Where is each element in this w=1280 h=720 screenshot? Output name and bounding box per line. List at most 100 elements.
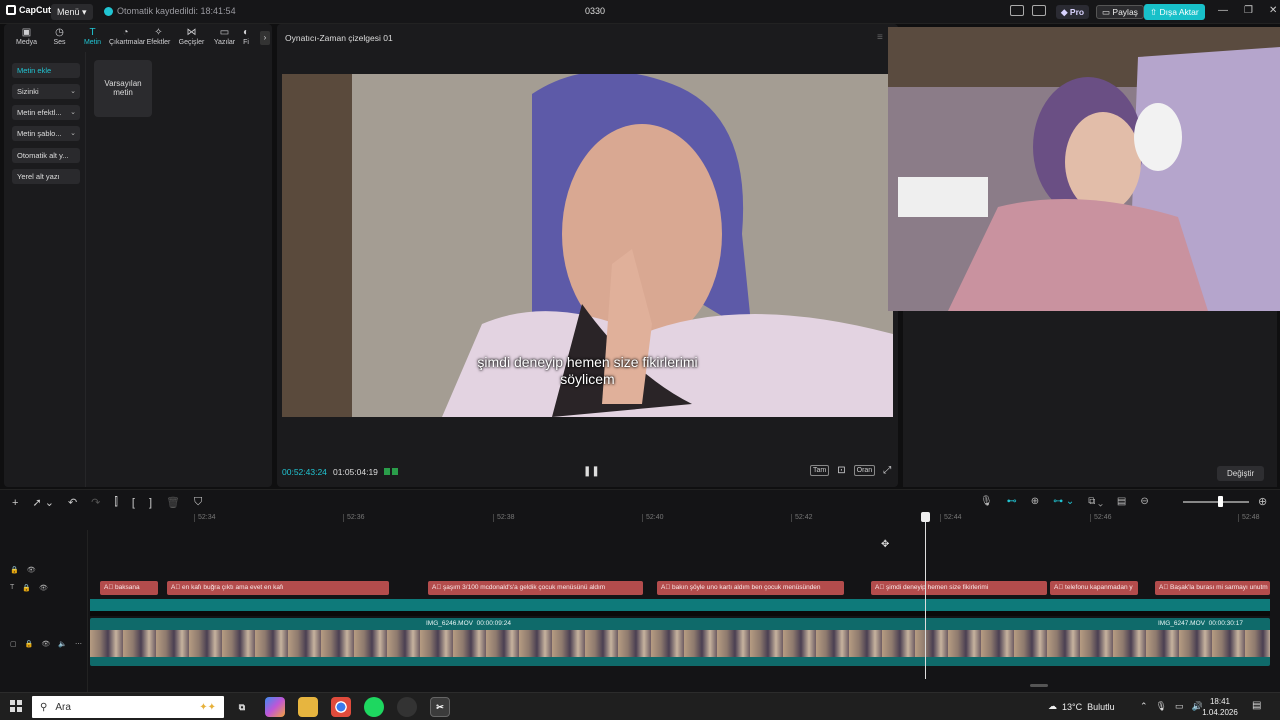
- shield-icon[interactable]: ⛉: [194, 496, 202, 509]
- undo-icon[interactable]: ↶: [68, 496, 77, 509]
- ruler-tick: 52:48: [1238, 514, 1260, 522]
- file-explorer-icon[interactable]: [298, 697, 318, 717]
- time-ruler[interactable]: 52:34 52:36 52:38 52:40 52:42 52:44 52:4…: [90, 514, 1280, 526]
- export-button[interactable]: ⇧ Dışa Aktar: [1144, 4, 1205, 20]
- select-tool-icon[interactable]: ➚ ⌄: [32, 496, 54, 509]
- maximize-icon[interactable]: ❐: [1244, 5, 1253, 16]
- lock-icon[interactable]: 🔒: [25, 640, 34, 648]
- minimize-icon[interactable]: —: [1218, 5, 1228, 16]
- notification-icon[interactable]: ▤: [1252, 700, 1261, 711]
- zoom-out-icon[interactable]: ⊖: [1140, 496, 1148, 507]
- caption-icon[interactable]: ▤: [1117, 496, 1126, 507]
- subtitle-clip[interactable]: A⃞ baksana: [100, 581, 158, 595]
- obs-icon[interactable]: [397, 697, 417, 717]
- add-icon[interactable]: +: [12, 497, 18, 509]
- display-icon[interactable]: ▭: [1175, 701, 1184, 712]
- more-icon[interactable]: ⋯: [75, 640, 82, 648]
- lock-icon[interactable]: 🔒: [10, 566, 19, 574]
- copilot-icon[interactable]: [265, 697, 285, 717]
- subtitle-clip[interactable]: A⃞ en kafı buğra çıktı ama evet en kafı: [167, 581, 389, 595]
- tab-text[interactable]: T Metin: [76, 24, 109, 52]
- close-icon[interactable]: ✕: [1269, 5, 1277, 16]
- link-icon[interactable]: ⊷: [1007, 496, 1017, 507]
- zoom-in-icon[interactable]: ⊕: [1258, 495, 1267, 508]
- zoom-slider-handle[interactable]: [1218, 496, 1223, 507]
- zoom-slider[interactable]: [1183, 501, 1249, 503]
- redo-icon[interactable]: ↷: [91, 496, 100, 509]
- full-quality-button[interactable]: Tam: [810, 465, 830, 476]
- layout-controls: [1010, 5, 1046, 16]
- pause-button[interactable]: ❚❚: [583, 466, 600, 477]
- player-panel: Oynatıcı-Zaman çizelgesi 01 ≡ şimdi dene…: [277, 24, 898, 487]
- subtitle-clip[interactable]: A⃞ şaşım 3/100 mcdonald's'a geldik çocuk…: [428, 581, 643, 595]
- track-headers: 🔒 👁 T 🔒 👁 ▢ 🔒 👁 🔈 ⋯: [0, 530, 88, 693]
- tab-audio[interactable]: ◷ Ses: [43, 24, 76, 52]
- timeline-scrollbar[interactable]: [1030, 684, 1048, 687]
- sidebar-item-local-captions[interactable]: Yerel alt yazı: [12, 169, 80, 184]
- sidebar-item-add-text[interactable]: Metin ekle: [12, 63, 80, 78]
- video-preview[interactable]: şimdi deneyip hemen size fikirlerimi söy…: [282, 74, 893, 417]
- pro-button[interactable]: ◆ Pro: [1056, 5, 1090, 19]
- subtitle-clip[interactable]: A⃞ bakın şöyle uno kartı aldım ben çocuk…: [657, 581, 844, 595]
- trim-left-icon[interactable]: [: [132, 497, 135, 509]
- share-button[interactable]: ▭ Paylaş: [1096, 5, 1144, 19]
- subtitle-clip[interactable]: A⃞ Başak'la burası mi sarmayı unutm: [1155, 581, 1270, 595]
- effect-track[interactable]: [90, 599, 1270, 611]
- microphone-icon[interactable]: 🎙: [980, 496, 993, 507]
- tab-filters[interactable]: ◐ Fi: [241, 24, 251, 52]
- snapshot-icon[interactable]: ⊡: [837, 465, 845, 476]
- playhead-handle[interactable]: [921, 512, 930, 522]
- tab-effects[interactable]: ✧ Efektler: [142, 24, 175, 52]
- shortcuts-icon[interactable]: [1032, 5, 1046, 16]
- cover-icon[interactable]: ▢: [10, 640, 17, 648]
- tab-media[interactable]: ▣ Medya: [10, 24, 43, 52]
- weather-widget[interactable]: ☁ 13°C Bulutlu: [1048, 701, 1115, 712]
- replace-button[interactable]: Değiştir: [1217, 466, 1265, 481]
- title-bar: CapCut Menü ▾ Otomatik kaydedildi: 18:41…: [0, 0, 1280, 24]
- sidebar-item-text-templates[interactable]: Metin şablo... ⌄: [12, 126, 80, 141]
- tab-captions[interactable]: ▭ Yazılar: [208, 24, 241, 52]
- ruler-tick: 52:40: [642, 514, 664, 522]
- layout-toggle-icon[interactable]: ⧉ ⌄: [1088, 496, 1103, 507]
- default-text-card[interactable]: Varsayılan metin: [94, 60, 152, 117]
- spotify-icon[interactable]: [364, 697, 384, 717]
- playhead[interactable]: [925, 514, 926, 679]
- audio-meter-icon: [384, 468, 398, 475]
- subtitle-clip[interactable]: A⃞ telefonu kapanmadan y: [1050, 581, 1138, 595]
- split-icon[interactable]: ⫿: [114, 496, 118, 509]
- task-view-icon[interactable]: ⧉: [232, 697, 252, 717]
- microphone-icon[interactable]: 🎙: [1156, 701, 1167, 712]
- capcut-taskbar-icon[interactable]: ✂: [430, 697, 450, 717]
- sidebar-item-auto-captions[interactable]: Otomatik alt y...: [12, 148, 80, 163]
- eye-icon[interactable]: 👁: [27, 566, 36, 574]
- speaker-icon[interactable]: 🔈: [58, 640, 67, 648]
- taskbar-search[interactable]: ⚲ Ara ✦✦: [32, 696, 224, 718]
- preview-axis-icon[interactable]: ⊶ ⌄: [1053, 496, 1074, 507]
- sidebar-item-yours[interactable]: Sizinki ⌄: [12, 84, 80, 99]
- windows-start-icon[interactable]: [10, 700, 22, 712]
- chrome-icon[interactable]: [331, 697, 351, 717]
- clip-label: IMG_6246.MOV 00:00:09:24: [426, 620, 511, 627]
- main-video-track[interactable]: IMG_6246.MOV 00:00:09:24 IMG_6247.MOV 00…: [90, 618, 1270, 666]
- eye-icon[interactable]: 👁: [39, 584, 48, 592]
- tab-transitions[interactable]: ⋈ Geçişler: [175, 24, 208, 52]
- eye-icon[interactable]: 👁: [41, 640, 50, 648]
- fullscreen-icon[interactable]: ⤢: [883, 465, 891, 476]
- subtitle-clip[interactable]: A⃞ şimdi deneyip hemen size fikirlerimi: [871, 581, 1047, 595]
- taskbar-clock[interactable]: 18:41 1.04.2026: [1200, 696, 1240, 718]
- delete-icon[interactable]: 🗑: [166, 496, 180, 509]
- chevron-up-icon[interactable]: ⌃: [1140, 701, 1148, 712]
- chevron-right-icon[interactable]: ›: [260, 31, 270, 45]
- tab-stickers[interactable]: ◔ Çıkartmalar: [109, 24, 145, 52]
- menu-icon[interactable]: ≡: [877, 32, 883, 43]
- lock-icon[interactable]: 🔒: [22, 584, 31, 592]
- sidebar-item-text-effects[interactable]: Metin efektl... ⌄: [12, 105, 80, 120]
- ratio-button[interactable]: Oran: [853, 465, 876, 476]
- layout-icon[interactable]: [1010, 5, 1024, 16]
- search-icon: ⚲: [40, 701, 48, 713]
- text-track-icon: T: [10, 584, 15, 591]
- trim-right-icon[interactable]: ]: [149, 497, 152, 509]
- ruler-tick: 52:42: [791, 514, 813, 522]
- snap-icon[interactable]: ⊕: [1031, 496, 1039, 507]
- audio-icon: ◷: [55, 27, 64, 38]
